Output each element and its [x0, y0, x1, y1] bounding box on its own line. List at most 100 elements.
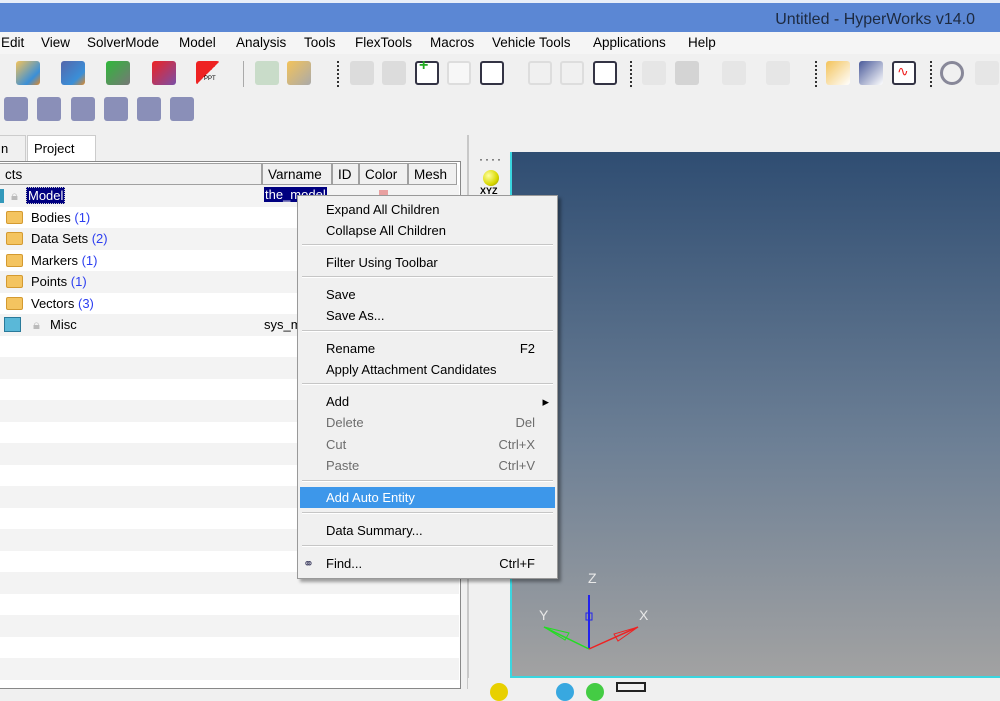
menu-solvermode[interactable]: SolverMode: [87, 35, 159, 50]
camera-toolbar: [0, 95, 210, 127]
menu-item-add[interactable]: Add ▸: [300, 391, 555, 412]
camera-icon[interactable]: [71, 97, 95, 121]
column-header-objects[interactable]: cts: [0, 163, 262, 185]
triad-sphere-icon[interactable]: [483, 170, 499, 186]
folder-icon: [6, 253, 23, 267]
lock-icon: 🔒︎: [33, 317, 40, 332]
sync-window-icon[interactable]: [593, 61, 617, 85]
drag-handle[interactable]: ····: [479, 152, 503, 166]
expand-window-icon[interactable]: [528, 61, 552, 85]
menu-item-save-as[interactable]: Save As...: [300, 305, 555, 326]
menu-item-add-auto-entity[interactable]: Add Auto Entity: [300, 487, 555, 508]
x-axis: [588, 626, 639, 650]
plot-icon[interactable]: ∿: [892, 61, 916, 85]
tab-other[interactable]: n: [0, 135, 26, 161]
menu-separator: [302, 244, 553, 246]
menu-flextools[interactable]: FlexTools: [355, 35, 412, 50]
row-name: Misc: [50, 317, 77, 332]
window-title: Untitled - HyperWorks v14.0: [775, 11, 975, 28]
row-label: Bodies (1): [31, 209, 91, 225]
tab-project[interactable]: Project ×: [27, 135, 96, 171]
folder-icon: [6, 275, 23, 288]
back-icon[interactable]: [350, 61, 374, 85]
row-label: Vectors (3): [31, 295, 94, 311]
menu-edit[interactable]: Edit: [1, 35, 24, 50]
menu-item-apply-attachment-candidates[interactable]: Apply Attachment Candidates: [300, 359, 555, 380]
browser-tabs: n Project ×: [0, 135, 468, 171]
menu-view[interactable]: View: [41, 35, 70, 50]
menu-applications[interactable]: Applications: [593, 35, 666, 50]
ppt-label: PPT: [204, 76, 216, 82]
save-session-icon[interactable]: [859, 61, 883, 85]
paste-icon[interactable]: [722, 61, 746, 85]
export-icon[interactable]: [152, 61, 176, 85]
z-axis-label: Z: [588, 570, 597, 586]
video-camera-icon[interactable]: [170, 97, 194, 121]
menu-help[interactable]: Help: [688, 35, 716, 50]
toolbar-separator: [930, 61, 932, 87]
menu-vehicle-tools[interactable]: Vehicle Tools: [492, 35, 571, 50]
folder-settings-icon[interactable]: [287, 61, 311, 85]
select-icon[interactable]: [616, 682, 646, 692]
cut-icon[interactable]: [642, 61, 666, 85]
menu-item-cut[interactable]: Cut Ctrl+X: [300, 434, 555, 455]
graphics-viewport[interactable]: Z Y X: [510, 152, 1000, 678]
menu-separator: [302, 480, 553, 482]
import-icon[interactable]: [106, 61, 130, 85]
back-icon-2[interactable]: [975, 61, 999, 85]
open-model-icon[interactable]: [16, 61, 40, 85]
tab-label: n: [1, 141, 9, 156]
menu-analysis[interactable]: Analysis: [236, 35, 286, 50]
user-icon[interactable]: [255, 61, 279, 85]
camera-icon[interactable]: [104, 97, 128, 121]
y-axis-label: Y: [539, 607, 549, 623]
row-varname: sys_m: [264, 317, 302, 332]
column-header-varname[interactable]: Varname: [262, 163, 332, 185]
menu-model[interactable]: Model: [179, 35, 216, 50]
open-session-icon[interactable]: [826, 61, 850, 85]
column-header-color[interactable]: Color: [359, 163, 408, 185]
export-ppt-icon[interactable]: PPT: [196, 61, 220, 85]
save-model-icon[interactable]: [61, 61, 85, 85]
empty-row: [0, 615, 459, 637]
menu-item-find[interactable]: ⚭ Find... Ctrl+F: [300, 553, 555, 574]
empty-row: [0, 593, 459, 615]
copy-icon[interactable]: [675, 61, 699, 85]
camera-icon[interactable]: [37, 97, 61, 121]
sphere-icon[interactable]: [586, 683, 604, 701]
column-header-mesh[interactable]: Mesh: [408, 163, 457, 185]
page-layout-icon[interactable]: [480, 61, 504, 85]
swap-window-icon[interactable]: [560, 61, 584, 85]
view-icon[interactable]: [490, 683, 508, 701]
binoculars-icon: ⚭: [303, 556, 314, 571]
menu-item-data-summary[interactable]: Data Summary...: [300, 520, 555, 541]
row-name: Model: [26, 187, 66, 204]
menu-item-expand-all-children[interactable]: Expand All Children: [300, 199, 555, 220]
menu-item-save[interactable]: Save: [300, 284, 555, 305]
toolbar-separator: [243, 61, 245, 87]
shade-icon[interactable]: [556, 683, 574, 701]
menu-item-rename[interactable]: Rename F2: [300, 338, 555, 359]
menu-item-paste[interactable]: Paste Ctrl+V: [300, 455, 555, 476]
tab-label: Project: [34, 141, 75, 156]
main-toolbar: PPT + ∿: [0, 57, 1000, 90]
add-page-icon[interactable]: +: [415, 57, 439, 85]
menu-item-delete[interactable]: Delete Del: [300, 412, 555, 433]
menu-tools[interactable]: Tools: [304, 35, 336, 50]
column-header-id[interactable]: ID: [332, 163, 359, 185]
empty-row: [0, 636, 459, 658]
menu-separator: [302, 512, 553, 514]
video-camera-icon[interactable]: [137, 97, 161, 121]
x-axis-label: X: [639, 607, 649, 623]
menu-macros[interactable]: Macros: [430, 35, 474, 50]
folder-icon: [6, 232, 23, 245]
menu-item-collapse-all-children[interactable]: Collapse All Children: [300, 220, 555, 241]
camera-icon[interactable]: [4, 97, 28, 121]
menu-item-filter-using-toolbar[interactable]: Filter Using Toolbar: [300, 252, 555, 273]
overlay-icon[interactable]: [766, 61, 790, 85]
menu-separator: [302, 276, 553, 278]
forward-icon[interactable]: [382, 61, 406, 85]
delete-page-icon[interactable]: [447, 61, 471, 85]
zoom-icon[interactable]: [940, 61, 964, 85]
row-label: Markers (1): [31, 252, 98, 268]
